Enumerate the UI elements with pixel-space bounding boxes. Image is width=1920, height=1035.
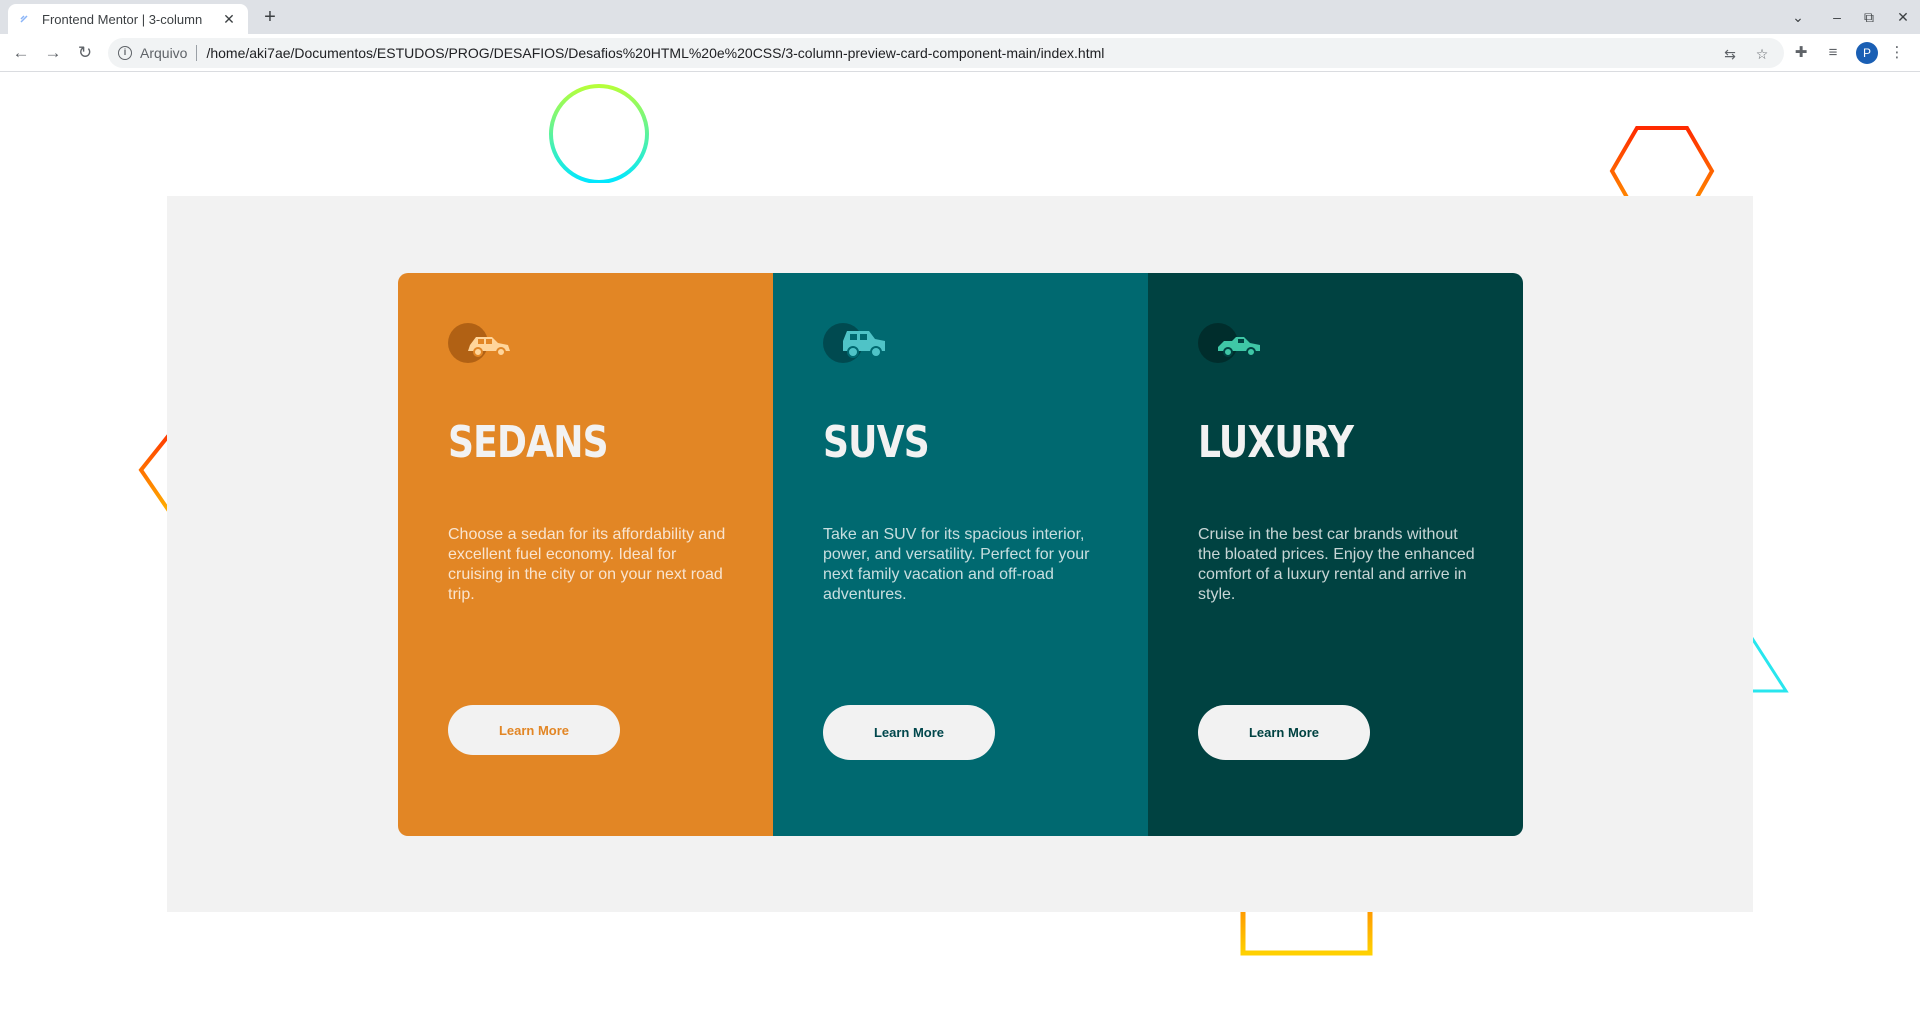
frontend-mentor-favicon-icon bbox=[18, 12, 32, 26]
back-icon[interactable]: ← bbox=[9, 41, 33, 65]
minimize-icon[interactable]: – bbox=[1825, 6, 1849, 28]
card-description-suvs: Take an SUV for its spacious interior, p… bbox=[823, 526, 1090, 603]
address-url[interactable]: /home/aki7ae/Documentos/ESTUDOS/PROG/DES… bbox=[206, 45, 1104, 61]
browser-tab-strip: Frontend Mentor | 3-column ✕ + ⌄ – ⧉ ✕ bbox=[0, 0, 1920, 34]
tab-search-icon[interactable]: ⌄ bbox=[1786, 6, 1810, 28]
learn-more-button-sedans[interactable]: Learn More bbox=[448, 705, 620, 755]
sedan-car-icon bbox=[448, 323, 510, 363]
new-tab-button[interactable]: + bbox=[258, 6, 282, 30]
card-luxury: LUXURY Cruise in the best car brands wit… bbox=[1148, 273, 1523, 836]
learn-more-button-suvs[interactable]: Learn More bbox=[823, 705, 995, 760]
card-description-sedans: Choose a sedan for its affordability and… bbox=[448, 526, 726, 603]
suv-car-icon bbox=[823, 323, 885, 363]
learn-more-button-luxury[interactable]: Learn More bbox=[1198, 705, 1370, 760]
address-scheme: Arquivo bbox=[140, 45, 188, 61]
address-bar[interactable]: i Arquivo /home/aki7ae/Documentos/ESTUDO… bbox=[108, 38, 1784, 68]
address-separator bbox=[196, 45, 198, 61]
media-queue-icon[interactable]: ≡ bbox=[1822, 42, 1844, 64]
reload-icon[interactable]: ↻ bbox=[73, 41, 97, 65]
extensions-icon[interactable]: ✚ bbox=[1790, 42, 1812, 64]
card-suvs: SUVS Take an SUV for its spacious interi… bbox=[773, 273, 1148, 836]
bookmark-star-icon[interactable]: ☆ bbox=[1751, 43, 1773, 65]
luxury-car-icon bbox=[1198, 323, 1260, 363]
page-viewport: SEDANS Choose a sedan for its affordabil… bbox=[0, 73, 1920, 1035]
gradient-circle-decoration bbox=[549, 84, 649, 183]
close-window-icon[interactable]: ✕ bbox=[1891, 6, 1915, 28]
forward-icon[interactable]: → bbox=[41, 41, 65, 65]
restore-icon[interactable]: ⧉ bbox=[1857, 6, 1881, 28]
card-title-luxury: LUXURY bbox=[1198, 417, 1354, 468]
menu-icon[interactable]: ⋮ bbox=[1886, 42, 1908, 64]
profile-avatar[interactable]: P bbox=[1856, 42, 1878, 64]
card-title-suvs: SUVS bbox=[823, 417, 930, 468]
card-sedans: SEDANS Choose a sedan for its affordabil… bbox=[398, 273, 773, 836]
translate-icon[interactable]: ⇆ bbox=[1719, 43, 1741, 65]
tab-title: Frontend Mentor | 3-column bbox=[42, 11, 203, 27]
browser-tab[interactable]: Frontend Mentor | 3-column ✕ bbox=[8, 4, 248, 34]
card-title-sedans: SEDANS bbox=[448, 417, 609, 468]
card-description-luxury: Cruise in the best car brands without th… bbox=[1198, 526, 1475, 603]
tab-close-icon[interactable]: ✕ bbox=[220, 11, 238, 28]
browser-toolbar: ← → ↻ i Arquivo /home/aki7ae/Documentos/… bbox=[0, 34, 1920, 72]
preview-card-component: SEDANS Choose a sedan for its affordabil… bbox=[398, 273, 1523, 836]
info-icon[interactable]: i bbox=[118, 46, 132, 60]
